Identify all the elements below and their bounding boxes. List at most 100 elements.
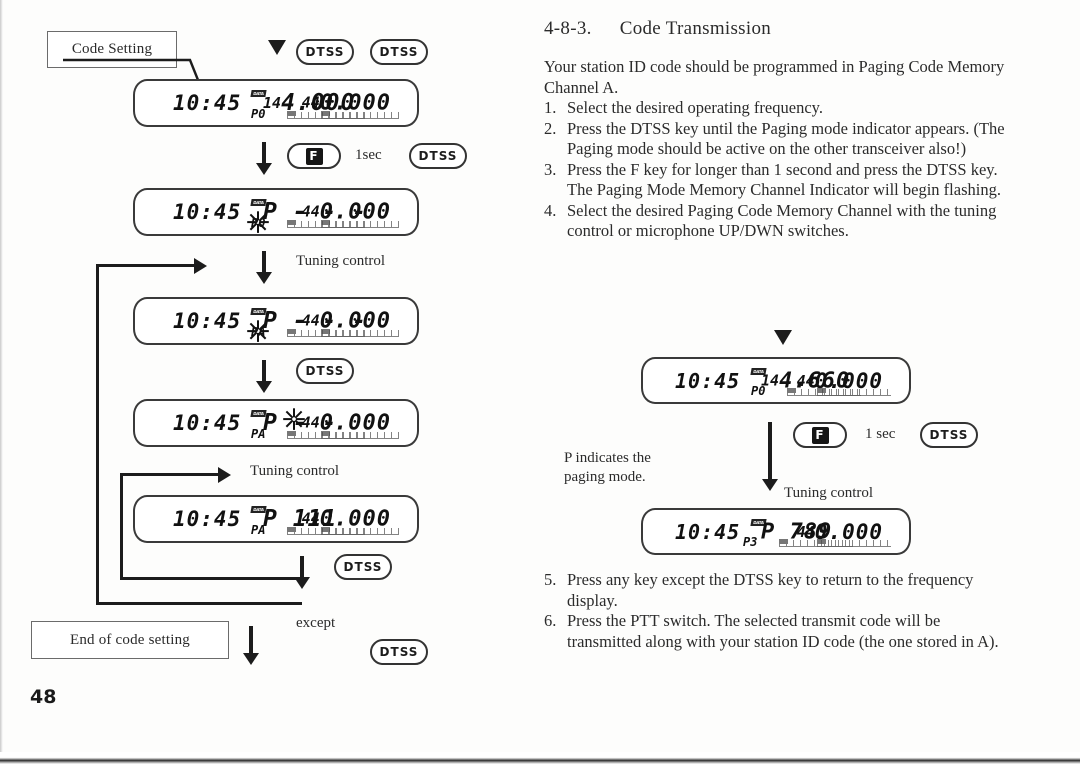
step-number: 6. — [544, 611, 557, 630]
lcd-7-sub-prefix: 44 — [796, 522, 815, 541]
flow-arrow-1 — [262, 142, 266, 164]
step-number: 4. — [544, 200, 557, 220]
lcd-display-1: 10:45 DATA 144.000 P0 440.000 — [133, 79, 419, 127]
lcd-4-clock: 10:45 — [173, 411, 242, 435]
lcd-5-sub-prefix: 44 — [301, 509, 320, 528]
end-box-label: End of code setting — [69, 631, 191, 648]
list-item: 1. Select the desired operating frequency… — [544, 98, 1014, 119]
section-number: 4-8-3. — [544, 18, 592, 39]
step-text: Press the DTSS key until the Paging mode… — [567, 118, 1005, 159]
loop-line-a-bottom — [96, 602, 302, 605]
lcd-display-2: 10:45 DATA P - - - P0 440.000 — [133, 188, 419, 236]
lcd-6-clock: 10:45 — [675, 368, 741, 393]
lcd-4-smeter-sub — [321, 431, 399, 439]
list-item: 3. Press the F key for longer than 1 seco… — [544, 160, 1014, 201]
lcd-6-smeter-sub — [817, 388, 891, 396]
lcd-5-memory-indicator: PA — [251, 523, 266, 537]
section-heading: 4-8-3. Code Transmission — [544, 18, 771, 40]
loop-arrowhead-b — [218, 467, 231, 483]
step-number: 1. — [544, 98, 557, 117]
label-tuning-control-2: Tuning control — [250, 463, 340, 479]
step-text: Press the F key for longer than 1 second… — [567, 159, 1001, 200]
steps-list-top: 1. Select the desired operating frequency… — [544, 98, 1014, 242]
lcd-5-clock: 10:45 — [173, 507, 242, 531]
list-item: 2. Press the DTSS key until the Paging mo… — [544, 119, 1014, 160]
loop-line-b-bottom — [120, 577, 302, 580]
lcd-6-memory-indicator: P0 — [751, 384, 766, 398]
lcd-1-smeter-sub — [321, 111, 399, 119]
lcd-display-3: 10:45 DATA P - - - PA 440.000 — [133, 297, 419, 345]
lcd-7-smeter-sub — [817, 539, 891, 547]
list-item: 4. Select the desired Paging Code Memory … — [544, 201, 1014, 242]
step-number: 5. — [544, 570, 557, 589]
text-column: 4-8-3. Code Transmission Your station ID … — [540, 0, 1080, 740]
label-tuning-control-right: Tuning control — [784, 485, 874, 501]
lcd-3-sub-prefix: 44 — [301, 311, 320, 330]
key-dtss-2[interactable]: DTSS — [370, 39, 428, 65]
key-f-1[interactable]: F — [287, 143, 341, 169]
paging-note-line-2: paging mode. — [564, 469, 646, 485]
key-dtss-3[interactable]: DTSS — [409, 143, 467, 169]
lcd-2-smeter-sub — [321, 220, 399, 228]
lcd-3-clock: 10:45 — [173, 309, 242, 333]
key-f-2[interactable]: F — [793, 422, 847, 448]
lcd-1-memory-indicator: P0 — [251, 107, 266, 121]
section-title: Code Transmission — [619, 18, 772, 39]
lcd-3-memory-indicator: PA — [251, 325, 266, 339]
loop-line-b-top — [120, 473, 220, 476]
lcd-display-7: 10:45 DATA P 789 P3 440.000 — [641, 508, 911, 555]
key-f-1-label: F — [305, 147, 323, 165]
key-dtss-7-label: DTSS — [929, 428, 969, 442]
key-dtss-6-label: DTSS — [379, 645, 419, 659]
key-dtss-1[interactable]: DTSS — [296, 39, 354, 65]
step-number: 2. — [544, 118, 557, 138]
flow-arrow-7 — [768, 422, 772, 480]
key-dtss-4[interactable]: DTSS — [296, 358, 354, 384]
lcd-2-sub-prefix: 44 — [301, 202, 320, 221]
key-dtss-1-label: DTSS — [305, 45, 345, 59]
key-dtss-2-label: DTSS — [379, 45, 419, 59]
loop-line-a-top — [96, 264, 196, 267]
label-1sec-right: 1 sec — [865, 426, 896, 442]
lcd-4-memory-indicator: PA — [251, 427, 266, 441]
key-dtss-3-label: DTSS — [418, 149, 458, 163]
flow-pointer-triangle — [774, 330, 792, 345]
lcd-display-6: 10:45 DATA 144.660 P0 440.000 — [641, 357, 911, 404]
loop-arrowhead-a — [194, 258, 207, 274]
manual-page: Code Setting DTSS DTSS 10:45 DATA 144.00… — [0, 0, 1080, 766]
end-box: End of code setting — [31, 621, 229, 659]
flow-arrow-3 — [262, 360, 266, 382]
list-item: 5. Press any key except the DTSS key to r… — [544, 570, 1014, 611]
label-except: except — [296, 615, 336, 631]
lcd-display-5: 10:45 DATA P 111 PA 440.000 — [133, 495, 419, 543]
code-setting-flow-diagram: Code Setting DTSS DTSS 10:45 DATA 144.00… — [0, 0, 520, 740]
step-text: Press any key except the DTSS key to ret… — [567, 570, 974, 610]
key-dtss-7[interactable]: DTSS — [920, 422, 978, 448]
flow-pointer-triangle — [268, 40, 286, 55]
label-tuning-control-1: Tuning control — [296, 253, 386, 269]
key-dtss-6[interactable]: DTSS — [370, 639, 428, 665]
flow-arrow-5 — [300, 556, 304, 578]
scan-edge-bottom — [0, 752, 1080, 766]
lcd-1-sub-prefix: 44 — [301, 93, 320, 112]
page-number: 48 — [30, 686, 57, 708]
flow-arrow-2 — [262, 251, 266, 273]
key-dtss-4-label: DTSS — [305, 364, 345, 378]
lcd-2-memory-indicator: P0 — [251, 216, 266, 230]
step-text: Select the desired operating frequency. — [567, 98, 823, 117]
steps-list-bottom: 5. Press any key except the DTSS key to r… — [544, 570, 1014, 652]
lcd-1-clock: 10:45 — [173, 91, 242, 115]
intro-paragraph: Your station ID code should be programme… — [544, 57, 1005, 97]
key-f-2-label: F — [811, 426, 829, 444]
step-text: Press the PTT switch. The selected trans… — [567, 611, 999, 651]
lcd-3-smeter-sub — [321, 329, 399, 337]
list-item: 6. Press the PTT switch. The selected tra… — [544, 611, 1014, 652]
lcd-4-sub-prefix: 44 — [301, 413, 320, 432]
lcd-5-smeter-sub — [321, 527, 399, 535]
scan-edge-left — [0, 0, 3, 752]
flow-arrow-6 — [249, 626, 253, 654]
lcd-1-main-prefix: 14 — [263, 94, 282, 112]
step-text: Select the desired Paging Code Memory Ch… — [567, 200, 997, 241]
key-dtss-5[interactable]: DTSS — [334, 554, 392, 580]
lcd-display-4: 10:45 DATA P - - PA 440.000 — [133, 399, 419, 447]
